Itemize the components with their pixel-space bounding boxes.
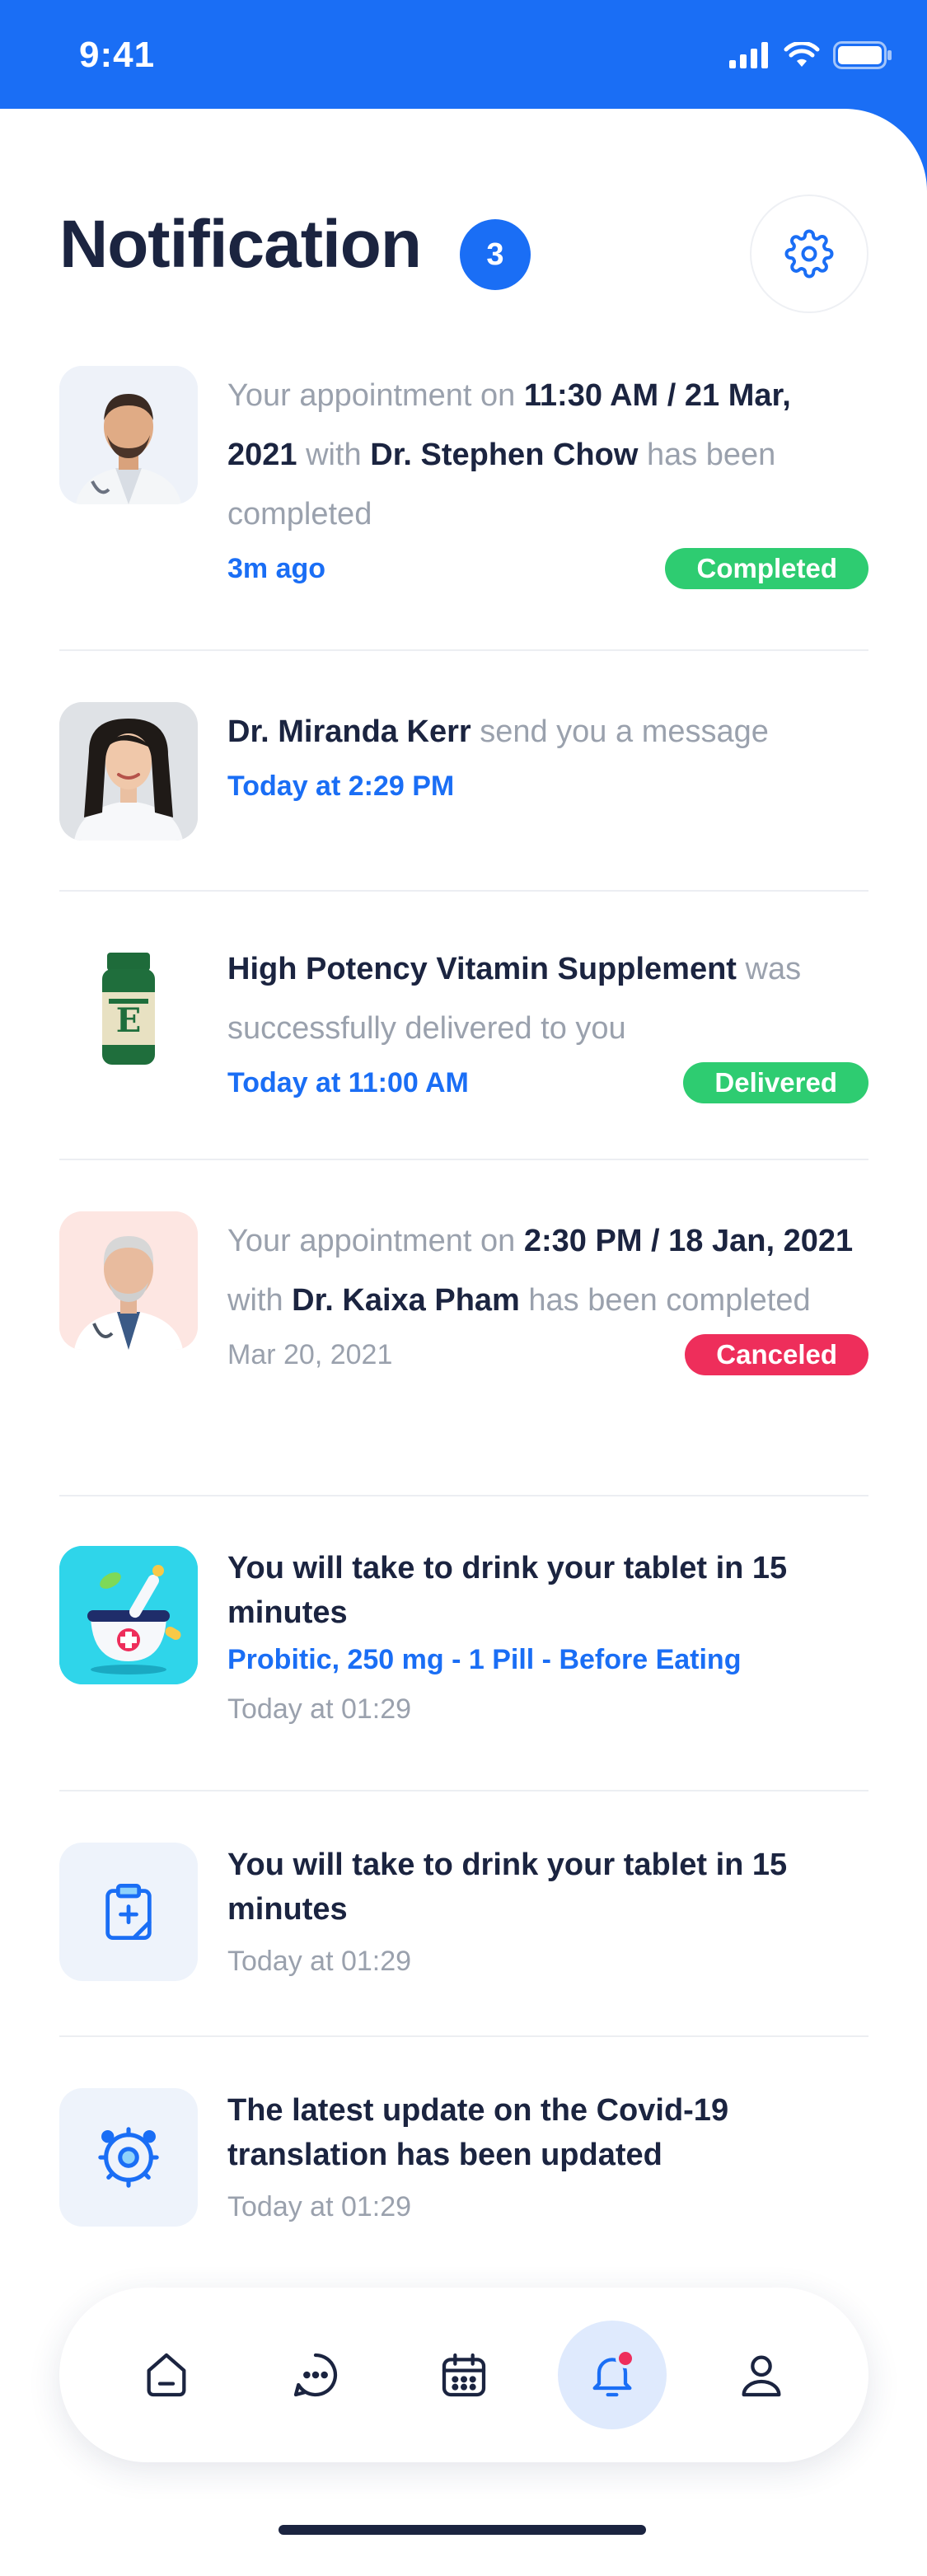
notification-time: Today at 11:00 AM [227, 1066, 469, 1098]
notification-body: The latest update on the Covid-19 transl… [227, 2088, 868, 2232]
divider [59, 649, 868, 651]
meta-row: Mar 20, 2021 Canceled [227, 1330, 868, 1379]
status-time: 9:41 [79, 35, 156, 75]
divider [59, 2035, 868, 2037]
tab-home[interactable] [112, 2321, 221, 2429]
home-icon [147, 2353, 186, 2397]
notification-time: 3m ago [227, 552, 326, 584]
product-name: High Potency Vitamin Supplement [227, 952, 737, 986]
user-icon [742, 2355, 781, 2397]
vitamin-label: E [116, 1001, 142, 1040]
medicine-illustration [59, 1546, 198, 1684]
clipboard-icon [105, 1883, 152, 1941]
text-fragment: Your appointment on [227, 378, 524, 413]
gear-icon [784, 229, 834, 279]
tab-notifications[interactable] [558, 2321, 667, 2429]
meta-row: Today at 11:00 AM Delivered [227, 1058, 868, 1108]
virus-update-icon [98, 2127, 159, 2188]
notification-time: Mar 20, 2021 [227, 1338, 393, 1370]
divider [59, 1159, 868, 1160]
status-badge: Delivered [683, 1062, 868, 1103]
notification-time: Today at 01:29 [227, 1693, 412, 1725]
notification-body: Dr. Miranda Kerr send you a message Toda… [227, 702, 868, 811]
text-fragment: send you a message [471, 714, 769, 749]
notification-time: Today at 01:29 [227, 2190, 412, 2222]
status-icons [729, 41, 892, 69]
notification-text: Dr. Miranda Kerr send you a message [227, 702, 868, 761]
notification-text: Your appointment on 2:30 PM / 18 Jan, 20… [227, 1211, 868, 1330]
appointment-time: 2:30 PM / 18 Jan, 2021 [523, 1224, 854, 1258]
unread-count-badge: 3 [460, 219, 531, 290]
notification-text: Your appointment on 11:30 AM / 21 Mar, 2… [227, 366, 868, 544]
notification-body: High Potency Vitamin Supplement was succ… [227, 939, 868, 1108]
divider [59, 1495, 868, 1496]
tab-calendar[interactable] [410, 2321, 518, 2429]
text-fragment: with [227, 1283, 293, 1318]
divider [59, 890, 868, 892]
meta-row: Today at 01:29 [227, 2182, 868, 2232]
notification-body: You will take to drink your tablet in 15… [227, 1843, 868, 1986]
text-fragment: with [297, 438, 371, 472]
status-badge: Canceled [685, 1334, 868, 1375]
wifi-icon [784, 42, 820, 67]
meta-row: Today at 01:29 [227, 1937, 868, 1986]
virus-thumb [59, 2088, 198, 2227]
bottom-tab-bar [59, 2288, 868, 2462]
status-bar: 9:41 [0, 0, 927, 110]
meta-row: Today at 01:29 [227, 1684, 868, 1734]
doctor-name: Dr. Stephen Chow [370, 438, 639, 472]
status-badge: Completed [665, 548, 868, 589]
doctor-avatar [59, 366, 198, 504]
notification-body: Your appointment on 11:30 AM / 21 Mar, 2… [227, 366, 868, 593]
settings-button[interactable] [750, 194, 868, 313]
notification-title: You will take to drink your tablet in 15… [227, 1848, 788, 1927]
doctor-avatar [59, 1211, 198, 1350]
medication-detail: Probitic, 250 mg - 1 Pill - Before Eatin… [227, 1644, 742, 1675]
notification-time: Today at 2:29 PM [227, 770, 455, 802]
meta-row: 3m ago Completed [227, 544, 868, 593]
tab-profile[interactable] [707, 2321, 816, 2429]
doctor-name: Dr. Kaixa Pham [292, 1283, 520, 1318]
doctor-avatar [59, 702, 198, 841]
text-fragment: has been completed [519, 1283, 811, 1318]
notification-body: Your appointment on 2:30 PM / 18 Jan, 20… [227, 1211, 868, 1379]
page-title: Notification [59, 207, 422, 282]
calendar-icon [442, 2353, 486, 2397]
notification-time: Today at 01:29 [227, 1945, 412, 1977]
divider [59, 1790, 868, 1791]
notification-title: You will take to drink your tablet in 15… [227, 1551, 788, 1630]
doctor-name: Dr. Miranda Kerr [227, 714, 471, 749]
meta-row: Today at 2:29 PM [227, 761, 868, 811]
home-indicator[interactable] [279, 2525, 646, 2535]
signal-icon [729, 42, 768, 68]
chat-icon [293, 2353, 337, 2397]
tab-messages[interactable] [261, 2321, 370, 2429]
product-image: E [59, 939, 198, 1078]
notification-title: The latest update on the Covid-19 transl… [227, 2093, 729, 2172]
clipboard-thumb [59, 1843, 198, 1981]
text-fragment: Your appointment on [227, 1224, 524, 1258]
notification-text: High Potency Vitamin Supplement was succ… [227, 939, 868, 1058]
notification-body: You will take to drink your tablet in 15… [227, 1546, 868, 1734]
battery-icon [833, 41, 892, 69]
